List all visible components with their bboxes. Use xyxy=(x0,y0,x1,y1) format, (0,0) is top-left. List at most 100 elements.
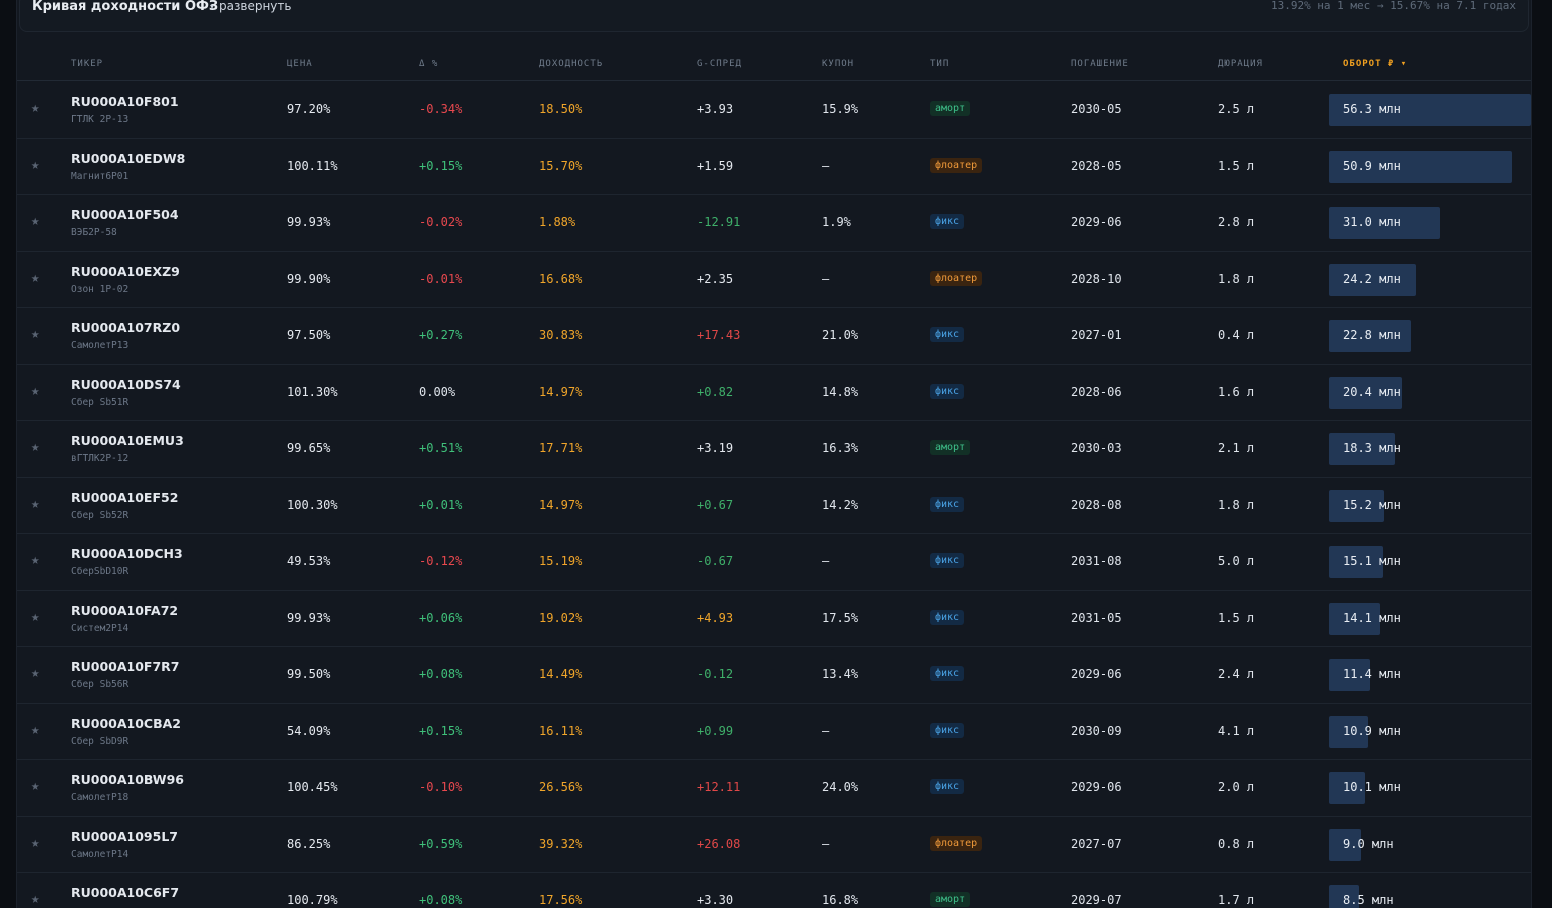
table-row[interactable]: ★ RU000A10C6F7 100.79% +0.08% 17.56% +3.30 16.… xyxy=(17,873,1531,908)
ticker-code[interactable]: RU000A10F504 xyxy=(71,207,179,222)
table-row[interactable]: ★ RU000A107RZ0 СамолетР13 97.50% +0.27% 30.83… xyxy=(17,308,1531,365)
duration-value: 2.4 л xyxy=(1218,667,1255,681)
table-row[interactable]: ★ RU000A10CBA2 Сбер SbD9R 54.09% +0.15% 16.11… xyxy=(17,704,1531,760)
header-coupon[interactable]: КУПОН xyxy=(822,59,854,69)
table-row[interactable]: ★ RU000A10F7R7 Сбер Sb56R 99.50% +0.08% 14.49… xyxy=(17,647,1531,704)
ticker-code[interactable]: RU000A10EMU3 xyxy=(71,433,184,448)
yield-value: 18.50% xyxy=(539,102,583,116)
header-ticker[interactable]: ТИКЕР xyxy=(71,59,103,69)
coupon-value: 24.0% xyxy=(822,780,859,794)
ticker-code[interactable]: RU000A10DS74 xyxy=(71,377,181,392)
duration-value: 2.0 л xyxy=(1218,780,1255,794)
change-value: +0.08% xyxy=(419,667,463,681)
turnover-value: 24.2 млн xyxy=(1343,271,1401,286)
coupon-value: 17.5% xyxy=(822,610,859,625)
ticker-code[interactable]: RU000A10BW96 xyxy=(71,772,184,787)
favorite-star-icon[interactable]: ★ xyxy=(31,270,39,286)
favorite-star-icon[interactable]: ★ xyxy=(31,835,39,851)
price-value: 97.50% xyxy=(287,328,331,342)
gspread-value: +2.35 xyxy=(697,271,734,286)
header-change[interactable]: Δ % xyxy=(419,59,438,69)
header-gspread[interactable]: G-СПРЕД xyxy=(697,59,742,69)
ticker-code[interactable]: RU000A10DCH3 xyxy=(71,546,183,561)
duration-value: 1.8 л xyxy=(1218,497,1255,512)
favorite-star-icon[interactable]: ★ xyxy=(31,383,39,399)
issuer-name: вГТЛК2Р-12 xyxy=(71,453,129,464)
ticker-code[interactable]: RU000A10EF52 xyxy=(71,490,178,505)
issuer-name: СамолетР13 xyxy=(71,340,129,351)
ticker-code[interactable]: RU000A10CBA2 xyxy=(71,716,181,731)
ticker-code[interactable]: RU000A1095L7 xyxy=(71,829,178,844)
table-header: ТИКЕР ЦЕНА Δ % ДОХОДНОСТЬ G-СПРЕД КУПОН … xyxy=(17,50,1531,81)
maturity-date: 2029-06 xyxy=(1071,215,1122,229)
favorite-star-icon[interactable]: ★ xyxy=(31,496,39,512)
table-row[interactable]: ★ RU000A10FA72 Систем2Р14 99.93% +0.06% 19.02… xyxy=(17,591,1531,647)
favorite-star-icon[interactable]: ★ xyxy=(31,552,39,568)
ticker-code[interactable]: RU000A10F7R7 xyxy=(71,659,180,674)
table-row[interactable]: ★ RU000A10EXZ9 Озон 1Р-02 99.90% -0.01% 16.68… xyxy=(17,252,1531,308)
yield-curve-summary: 13.92% на 1 мес → 15.67% на 7.1 годах xyxy=(1270,0,1516,12)
table-row[interactable]: ★ RU000A10EMU3 вГТЛК2Р-12 99.65% +0.51% 17.71… xyxy=(17,421,1531,478)
table-row[interactable]: ★ RU000A10DCH3 СберSbD10R 49.53% -0.12% 15.19… xyxy=(17,534,1531,591)
header-duration[interactable]: ДЮРАЦИЯ xyxy=(1218,59,1263,69)
turnover-value: 10.9 млн xyxy=(1343,723,1401,738)
ticker-code[interactable]: RU000A10FA72 xyxy=(71,603,178,618)
table-row[interactable]: ★ RU000A10F504 ВЭБ2Р-58 99.93% -0.02% 1.88% -1… xyxy=(17,195,1531,252)
ticker-code[interactable]: RU000A10C6F7 xyxy=(71,885,179,900)
coupon-value: 14.8% xyxy=(822,384,859,399)
yield-value: 16.11% xyxy=(539,723,583,738)
ticker-code[interactable]: RU000A107RZ0 xyxy=(71,320,180,335)
favorite-star-icon[interactable]: ★ xyxy=(31,157,39,173)
table-row[interactable]: ★ RU000A1095L7 СамолетР14 86.25% +0.59% 39.32… xyxy=(17,817,1531,873)
coupon-value: 1.9% xyxy=(822,215,851,229)
favorite-star-icon[interactable]: ★ xyxy=(31,609,39,625)
duration-value: 2.5 л xyxy=(1218,102,1255,116)
table-row[interactable]: ★ RU000A10BW96 СамолетР18 100.45% -0.10% 26.5… xyxy=(17,760,1531,817)
price-value: 99.93% xyxy=(287,610,331,625)
duration-value: 5.0 л xyxy=(1218,554,1255,568)
price-value: 86.25% xyxy=(287,836,331,851)
table-row[interactable]: ★ RU000A10DS74 Сбер Sb51R 101.30% 0.00% 14.97… xyxy=(17,365,1531,421)
type-badge: фикс xyxy=(930,666,965,681)
favorite-star-icon[interactable]: ★ xyxy=(31,326,39,342)
favorite-star-icon[interactable]: ★ xyxy=(31,722,39,738)
type-badge: фикс xyxy=(930,553,965,568)
favorite-star-icon[interactable]: ★ xyxy=(31,100,39,116)
header-yield[interactable]: ДОХОДНОСТЬ xyxy=(539,59,603,69)
type-badge: флоатер xyxy=(930,157,983,173)
favorite-star-icon[interactable]: ★ xyxy=(31,665,39,681)
table-row[interactable]: ★ RU000A10EF52 Сбер Sb52R 100.30% +0.01% 14.9… xyxy=(17,478,1531,534)
table-row[interactable]: ★ RU000A10F801 ГТЛК 2Р-13 97.20% -0.34% 18.50… xyxy=(17,82,1531,139)
header-turnover-sorted[interactable]: ОБОРОТ ₽ ▾ xyxy=(1343,59,1407,69)
ticker-code[interactable]: RU000A10EXZ9 xyxy=(71,264,180,279)
favorite-star-icon[interactable]: ★ xyxy=(31,778,39,794)
expand-toggle[interactable]: ▾ развернуть xyxy=(210,0,291,13)
table-row[interactable]: ★ RU000A10EDW8 Магнит6Р01 100.11% +0.15% 15.7… xyxy=(17,139,1531,195)
type-badge: фикс xyxy=(930,214,965,229)
coupon-value: 16.3% xyxy=(822,441,859,455)
header-price[interactable]: ЦЕНА xyxy=(287,59,313,69)
maturity-date: 2028-10 xyxy=(1071,271,1122,286)
yield-value: 17.56% xyxy=(539,893,583,907)
bond-screener-panel: Кривая доходности ОФЗ ▾ развернуть 13.92%… xyxy=(16,0,1532,908)
change-value: +0.59% xyxy=(419,836,463,851)
bond-table-body: ★ RU000A10F801 ГТЛК 2Р-13 97.20% -0.34% 18.50… xyxy=(17,82,1531,908)
duration-value: 1.6 л xyxy=(1218,384,1255,399)
header-maturity[interactable]: ПОГАШЕНИЕ xyxy=(1071,59,1129,69)
maturity-date: 2030-09 xyxy=(1071,723,1122,738)
header-type[interactable]: ТИП xyxy=(930,59,949,69)
ticker-code[interactable]: RU000A10F801 xyxy=(71,94,179,109)
expand-toggle-label: развернуть xyxy=(219,0,292,13)
price-value: 99.93% xyxy=(287,215,331,229)
maturity-date: 2029-06 xyxy=(1071,780,1122,794)
favorite-star-icon[interactable]: ★ xyxy=(31,213,39,229)
maturity-date: 2028-05 xyxy=(1071,158,1122,173)
turnover-value: 14.1 млн xyxy=(1343,610,1401,625)
ticker-code[interactable]: RU000A10EDW8 xyxy=(71,151,185,166)
issuer-name: Систем2Р14 xyxy=(71,622,129,634)
change-value: -0.01% xyxy=(419,271,463,286)
favorite-star-icon[interactable]: ★ xyxy=(31,891,39,907)
caret-down-icon: ▾ xyxy=(210,2,215,11)
turnover-value: 31.0 млн xyxy=(1343,215,1401,229)
favorite-star-icon[interactable]: ★ xyxy=(31,439,39,455)
